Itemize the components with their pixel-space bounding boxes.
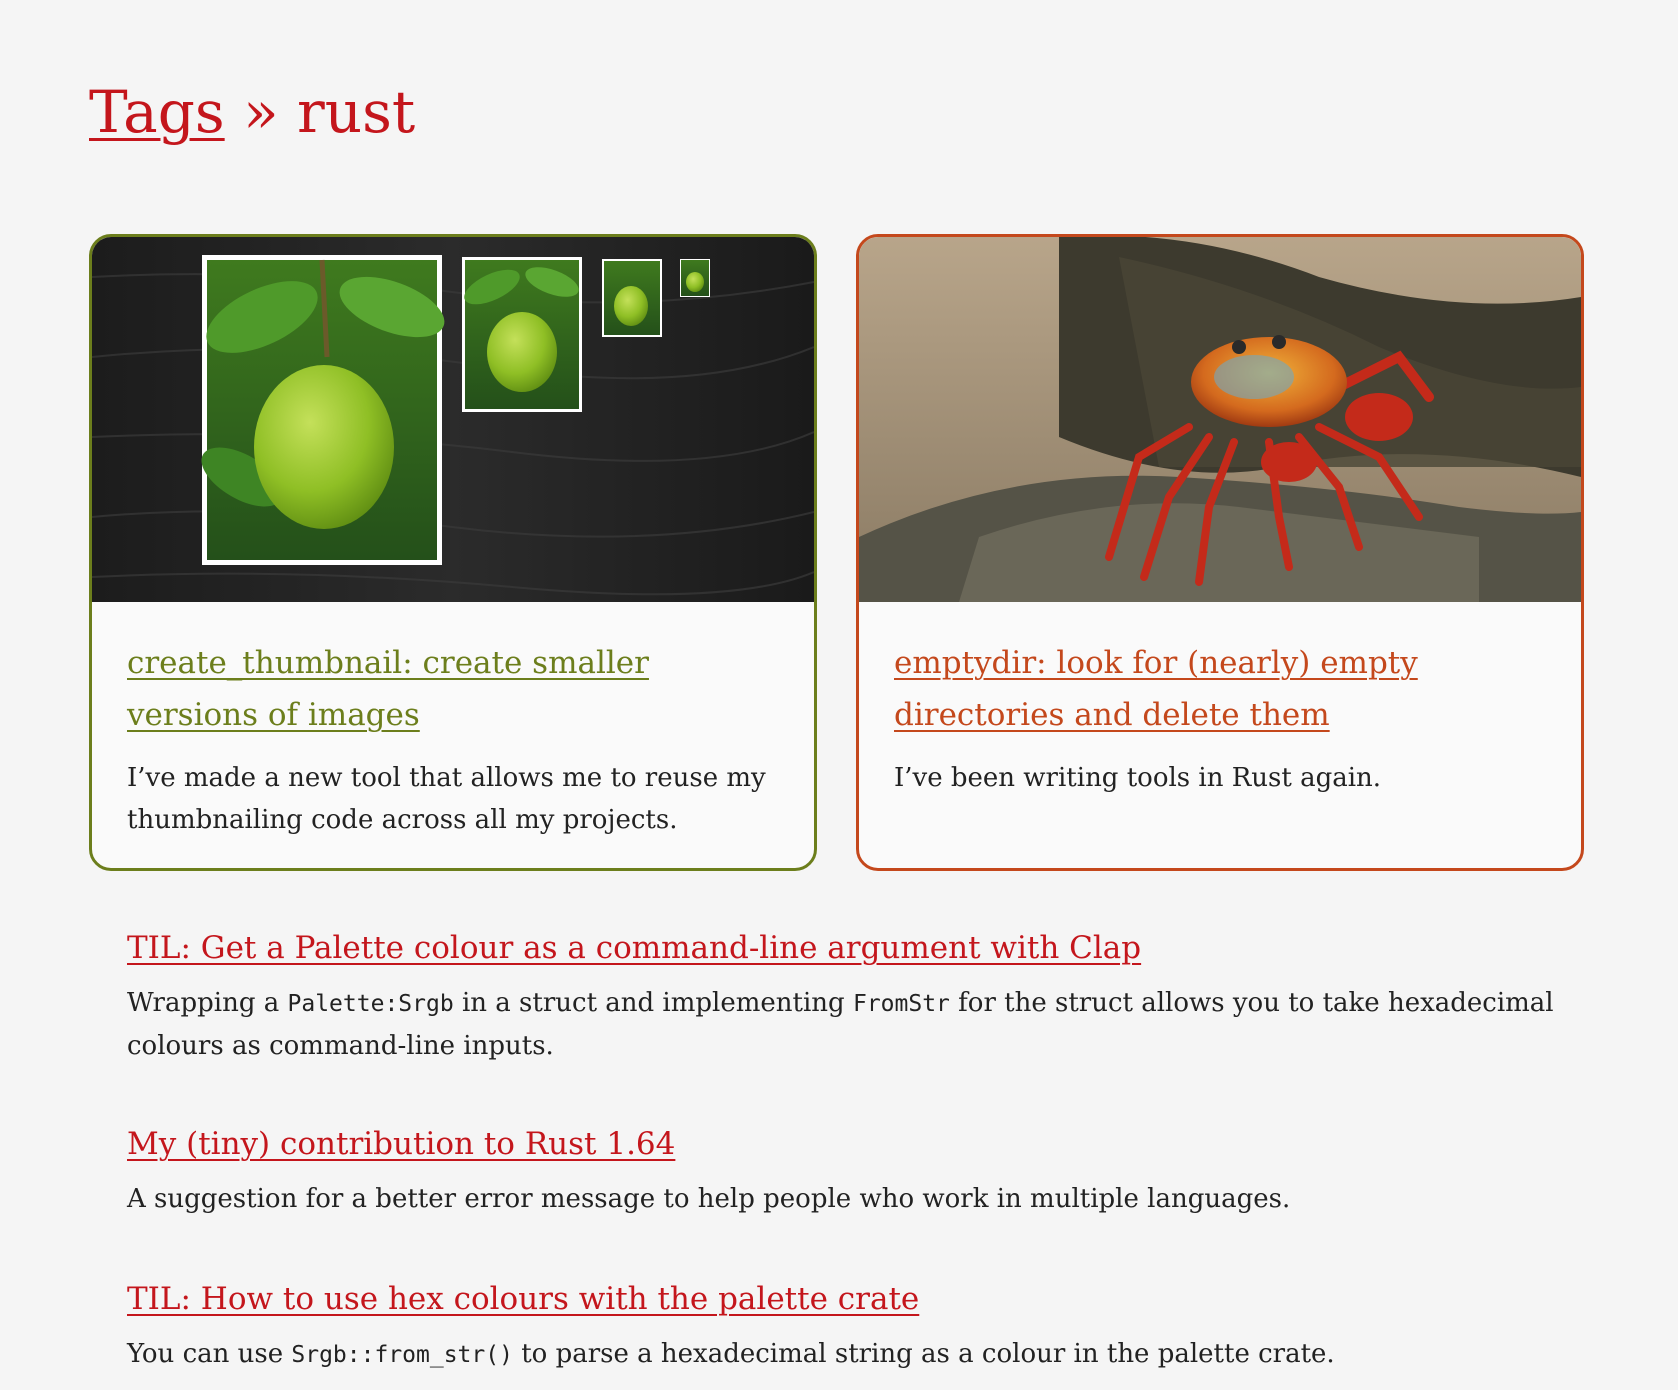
post-description: You can use Srgb::from_str() to parse a … [127,1333,1577,1376]
card-title: create_thumbnail: create smaller version… [127,637,787,741]
post-description-text: Wrapping a [127,988,288,1018]
post-description-text: to parse a hexadecimal string as a colou… [512,1339,1335,1369]
page: Tags » rust create_thumbnail: create sma… [0,0,1678,1390]
page-title: Tags » rust [89,72,415,152]
card-title: emptydir: look for (nearly) empty direct… [894,637,1554,741]
card-title-link[interactable]: create_thumbnail: create smaller version… [127,645,649,733]
post-card-emptydir[interactable]: emptydir: look for (nearly) empty direct… [856,234,1584,871]
post-description-text: You can use [127,1339,292,1369]
card-title-link[interactable]: emptydir: look for (nearly) empty direct… [894,645,1418,733]
post-list-item: TIL: How to use hex colours with the pal… [127,1275,1577,1376]
post-description: A suggestion for a better error message … [127,1178,1577,1220]
post-list-item: TIL: Get a Palette colour as a command-l… [127,924,1577,1067]
post-title: TIL: Get a Palette colour as a command-l… [127,924,1577,972]
post-card-create-thumbnail[interactable]: create_thumbnail: create smaller version… [89,234,817,871]
tag-name: rust [297,78,416,146]
post-title: My (tiny) contribution to Rust 1.64 [127,1120,1577,1168]
red-crab-image[interactable] [859,237,1581,602]
post-description: Wrapping a Palette:Srgb in a struct and … [127,982,1577,1067]
inline-code: Palette:Srgb [287,991,454,1017]
post-description-text: A suggestion for a better error message … [127,1184,1291,1214]
post-title-link[interactable]: My (tiny) contribution to Rust 1.64 [127,1126,675,1162]
post-description-text: in a struct and implementing [453,988,853,1018]
lime-thumbnails-image[interactable] [92,237,814,602]
breadcrumb-separator: » [224,78,298,146]
post-title: TIL: How to use hex colours with the pal… [127,1275,1577,1323]
post-list-item: My (tiny) contribution to Rust 1.64 A su… [127,1120,1577,1220]
post-title-link[interactable]: TIL: How to use hex colours with the pal… [127,1281,919,1317]
inline-code: Srgb::from_str() [291,1342,513,1368]
card-description: I’ve been writing tools in Rust again. [894,763,1382,793]
inline-code: FromStr [852,991,950,1017]
card-description: I’ve made a new tool that allows me to r… [127,763,766,835]
post-title-link[interactable]: TIL: Get a Palette colour as a command-l… [127,930,1141,966]
tags-link[interactable]: Tags [89,78,225,146]
